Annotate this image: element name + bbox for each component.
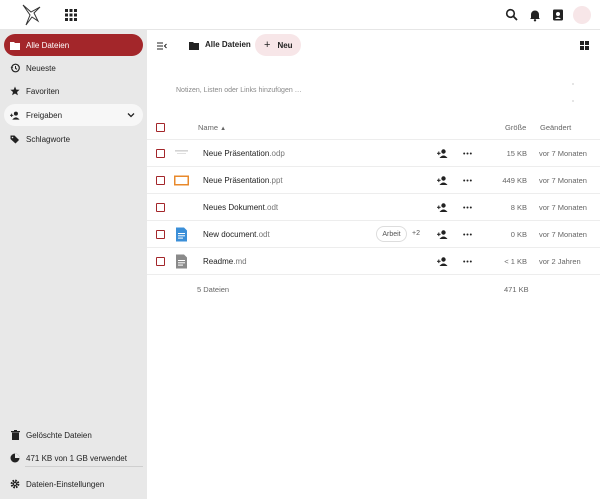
more-actions-icon[interactable]	[463, 203, 472, 212]
sidebar-item-settings[interactable]: Dateien-Einstellungen	[4, 473, 143, 495]
column-header-modified[interactable]: Geändert	[540, 123, 571, 132]
search-icon[interactable]	[505, 8, 519, 22]
sidebar-item-label: Dateien-Einstellungen	[26, 479, 105, 489]
sidebar-item-all-files[interactable]: Alle Dateien	[4, 34, 143, 56]
odt-thumbnail	[176, 200, 187, 215]
table-row[interactable]: Readme.md < 1 KB vor 2 Jahren	[147, 248, 600, 275]
more-actions-icon[interactable]	[463, 257, 472, 266]
file-name[interactable]: Neues Dokument.odt	[203, 203, 278, 212]
file-count-summary: 5 Dateien	[197, 285, 230, 294]
sidebar: Alle Dateien Neueste Favoriten Freigaben…	[0, 30, 147, 499]
share-icon[interactable]	[437, 176, 448, 185]
row-checkbox[interactable]	[156, 149, 165, 158]
bell-icon[interactable]	[528, 8, 542, 22]
odp-thumbnail	[174, 149, 189, 158]
pie-chart-icon	[10, 453, 20, 463]
user-avatar[interactable]	[573, 6, 591, 24]
quota-label: 471 KB von 1 GB verwendet	[26, 453, 127, 463]
sidebar-item-label: Favoriten	[26, 86, 60, 96]
sidebar-item-trash[interactable]: Gelöschte Dateien	[4, 424, 143, 446]
chevron-down-icon[interactable]	[127, 111, 135, 119]
folder-icon	[10, 40, 20, 50]
ppt-thumbnail	[174, 175, 189, 186]
table-row[interactable]: Neue Präsentation.odp 15 KB vor 7 Monate…	[147, 140, 600, 167]
file-name[interactable]: Neue Präsentation.odp	[203, 149, 285, 158]
text-file-icon	[176, 254, 187, 269]
file-name[interactable]: Neue Präsentation.ppt	[203, 176, 283, 185]
share-icon[interactable]	[437, 230, 448, 239]
gear-icon	[10, 479, 20, 489]
share-icon[interactable]	[437, 149, 448, 158]
file-size: 15 KB	[506, 149, 527, 158]
tag-badge[interactable]: Arbeit	[376, 226, 407, 242]
file-modified: vor 7 Monaten	[539, 176, 587, 185]
grid-view-icon[interactable]	[580, 41, 589, 50]
share-icon[interactable]	[437, 203, 448, 212]
file-modified: vor 2 Jahren	[539, 257, 581, 266]
sidebar-toggle-icon[interactable]	[157, 41, 167, 51]
more-actions-icon[interactable]	[463, 176, 472, 185]
share-icon	[10, 110, 20, 120]
more-actions-icon[interactable]	[463, 149, 472, 158]
sidebar-item-label: Neueste	[26, 63, 56, 73]
document-icon	[176, 227, 187, 242]
history-icon	[10, 63, 20, 73]
file-size: 0 KB	[510, 230, 527, 239]
tag-more-count[interactable]: +2	[412, 230, 420, 237]
sidebar-item-label: Gelöschte Dateien	[26, 430, 92, 440]
breadcrumb-all-files[interactable]: Alle Dateien	[205, 40, 251, 49]
total-size-summary: 471 KB	[504, 285, 529, 294]
table-row[interactable]: New document.odt Arbeit +2 0 KB vor 7 Mo…	[147, 221, 600, 248]
row-checkbox[interactable]	[156, 176, 165, 185]
column-header-name[interactable]: Name ▲	[198, 123, 226, 132]
file-size: 8 KB	[510, 203, 527, 212]
quota-bar	[25, 466, 143, 467]
column-header-size[interactable]: Größe	[505, 123, 526, 132]
sidebar-item-label: Alle Dateien	[26, 40, 70, 50]
top-bar	[0, 0, 600, 30]
file-size: < 1 KB	[504, 257, 527, 266]
tag-icon	[10, 134, 20, 144]
notes-input[interactable]: Notizen, Listen oder Links hinzufügen …	[176, 87, 302, 94]
app-grid-icon[interactable]	[65, 9, 77, 21]
file-modified: vor 7 Monaten	[539, 230, 587, 239]
table-row[interactable]: Neues Dokument.odt 8 KB vor 7 Monaten	[147, 194, 600, 221]
table-row[interactable]: Neue Präsentation.ppt 449 KB vor 7 Monat…	[147, 167, 600, 194]
folder-icon	[189, 42, 199, 50]
file-name[interactable]: Readme.md	[203, 257, 247, 266]
sidebar-item-shares[interactable]: Freigaben	[4, 104, 143, 126]
file-modified: vor 7 Monaten	[539, 203, 587, 212]
file-name[interactable]: New document.odt	[203, 230, 270, 239]
new-button[interactable]: + Neu	[255, 34, 301, 56]
sidebar-item-label: Freigaben	[26, 110, 63, 120]
row-checkbox[interactable]	[156, 203, 165, 212]
sidebar-item-tags[interactable]: Schlagworte	[4, 128, 143, 150]
contacts-icon[interactable]	[551, 8, 565, 22]
row-checkbox[interactable]	[156, 257, 165, 266]
plus-icon: +	[264, 39, 271, 51]
row-checkbox[interactable]	[156, 230, 165, 239]
main-content: Alle Dateien + Neu Notizen, Listen oder …	[147, 30, 600, 499]
bird-logo-icon[interactable]	[20, 3, 42, 27]
star-icon	[10, 86, 20, 96]
sidebar-item-favorites[interactable]: Favoriten	[4, 80, 143, 102]
select-all-checkbox[interactable]	[156, 123, 165, 132]
sidebar-item-label: Schlagworte	[26, 134, 71, 144]
trash-icon	[10, 430, 20, 440]
share-icon[interactable]	[437, 257, 448, 266]
sidebar-item-recent[interactable]: Neueste	[4, 57, 143, 79]
more-actions-icon[interactable]	[463, 230, 472, 239]
file-modified: vor 7 Monaten	[539, 149, 587, 158]
file-size: 449 KB	[502, 176, 527, 185]
